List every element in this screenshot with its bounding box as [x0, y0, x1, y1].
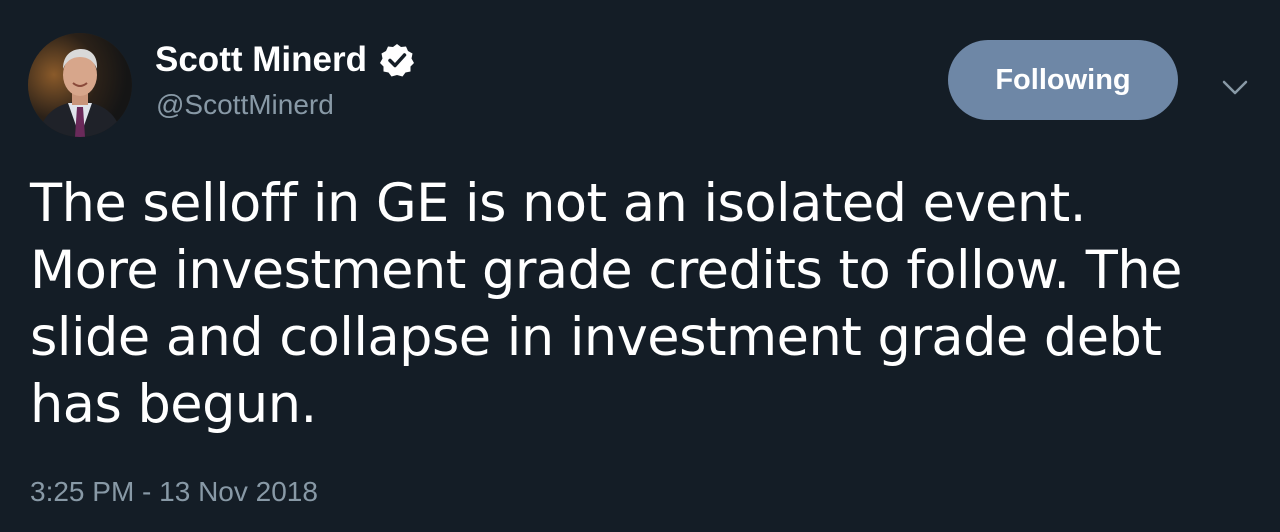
- tweet-card: Scott Minerd @ScottMinerd Following The …: [0, 0, 1280, 532]
- tweet-text: The selloff in GE is not an isolated eve…: [30, 170, 1255, 438]
- tweet-text-line: has begun.: [30, 374, 317, 435]
- display-name[interactable]: Scott Minerd: [155, 40, 367, 80]
- tweet-text-line: The selloff in GE is not an isolated eve…: [30, 173, 1086, 234]
- tweet-text-line: More investment grade credits to follow.…: [30, 240, 1182, 301]
- tweet-text-line: slide and collapse in investment grade d…: [30, 307, 1162, 368]
- name-row: Scott Minerd: [155, 38, 415, 82]
- avatar[interactable]: [28, 33, 132, 137]
- user-handle[interactable]: @ScottMinerd: [156, 89, 334, 121]
- avatar-portrait-icon: [28, 33, 132, 137]
- tweet-timestamp[interactable]: 3:25 PM - 13 Nov 2018: [30, 476, 318, 508]
- verified-badge-icon: [379, 44, 414, 77]
- chevron-down-icon[interactable]: [1218, 70, 1252, 104]
- following-button[interactable]: Following: [948, 40, 1178, 120]
